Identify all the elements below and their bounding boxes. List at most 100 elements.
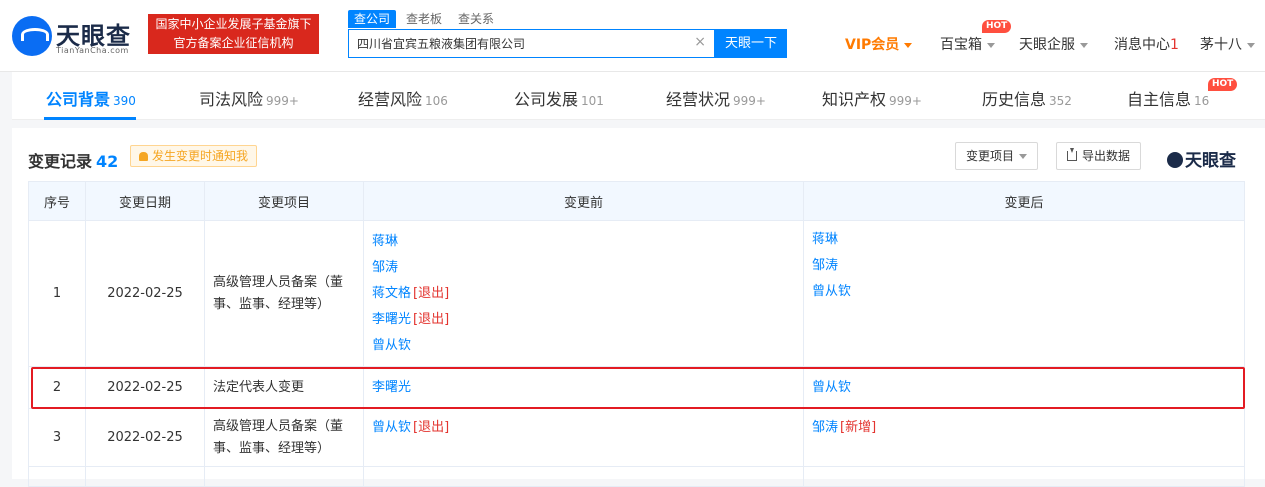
tab-count: 101	[581, 94, 604, 108]
gov-badge-line2: 官方备案企业征信机构	[173, 36, 294, 50]
row-after: 曾从钦	[803, 366, 1245, 409]
person-link[interactable]: 曾从钦	[372, 420, 411, 435]
header-date: 变更日期	[85, 181, 205, 221]
hot-badge: HOT	[1208, 78, 1238, 91]
row-item: 高级管理人员备案（董事、监事、经理等）	[204, 408, 364, 467]
tab-operation-risk[interactable]: 经营风险 106	[358, 86, 448, 110]
export-button[interactable]: 导出数据	[1056, 142, 1142, 170]
row-after: 蒋琳 邹涛 曾从钦	[803, 220, 1245, 367]
table-row: 2 2022-02-25 法定代表人变更 李曙光 曾从钦	[28, 366, 1245, 409]
exit-tag: [退出]	[413, 311, 450, 327]
exit-tag: [退出]	[413, 420, 450, 435]
row-cell	[803, 466, 1245, 487]
download-icon	[1067, 148, 1077, 161]
logo-domain: TianYanCha.com	[56, 46, 129, 55]
tab-count: 106	[425, 94, 448, 108]
person-link[interactable]: 蒋琳	[372, 234, 398, 249]
person-link[interactable]: 李曙光	[372, 380, 411, 395]
user-menu[interactable]: 茅十八	[1200, 34, 1255, 54]
tab-company-background[interactable]: 公司背景 390	[46, 86, 136, 110]
search-input[interactable]	[357, 36, 687, 50]
search-tab-company[interactable]: 查公司	[348, 10, 397, 28]
new-tag: [新增]	[840, 420, 877, 435]
tab-history[interactable]: 历史信息 352	[982, 86, 1072, 110]
vip-menu[interactable]: VIP会员	[845, 34, 913, 54]
gov-badge-line1: 国家中小企业发展子基金旗下	[155, 17, 312, 31]
tab-legal-risk[interactable]: 司法风险 999+	[199, 86, 299, 110]
search-tab-boss[interactable]: 查老板	[400, 10, 448, 28]
row-date: 2022-02-25	[85, 366, 205, 409]
message-center-link[interactable]: 消息中心1	[1114, 34, 1179, 54]
change-records-panel: 变更记录 42 发生变更时通知我 变更项目 导出数据 天眼查 序号 变更日期 变更…	[12, 128, 1265, 487]
chevron-down-icon	[987, 42, 995, 48]
tab-label: 经营风险	[358, 90, 423, 109]
tab-label: 公司发展	[514, 90, 579, 109]
tab-count: 999+	[889, 94, 922, 108]
enterprise-service-menu[interactable]: 天眼企服	[1019, 34, 1088, 54]
exit-tag: [退出]	[413, 285, 450, 301]
bell-icon	[139, 152, 148, 161]
watermark-text: 天眼查	[1185, 151, 1236, 171]
clear-icon[interactable]: ×	[694, 34, 706, 50]
row-after: 邹涛 [新增]	[803, 408, 1245, 467]
person-link[interactable]: 蒋琳	[812, 232, 838, 247]
person-link[interactable]: 邹涛	[812, 420, 838, 435]
row-no: 3	[28, 408, 86, 467]
vip-label: VIP会员	[845, 37, 900, 53]
treasure-menu[interactable]: 百宝箱	[940, 34, 995, 54]
search-button[interactable]: 天眼一下	[715, 29, 787, 58]
tab-business-status[interactable]: 经营状况 999+	[666, 86, 766, 110]
logo-eye-icon	[12, 16, 52, 56]
tab-label: 历史信息	[982, 90, 1047, 109]
row-cell	[28, 466, 86, 487]
tab-intellectual-property[interactable]: 知识产权 999+	[822, 86, 922, 110]
row-item: 法定代表人变更	[204, 366, 364, 409]
change-records-table: 序号 变更日期 变更项目 变更前 变更后 1 2022-02-25 高级管理人员…	[28, 181, 1245, 487]
brand-watermark: 天眼查	[1167, 146, 1236, 171]
treasure-label: 百宝箱	[940, 37, 982, 53]
logo[interactable]: 天眼查 TianYanCha.com	[12, 14, 140, 58]
person-link[interactable]: 邹涛	[812, 258, 838, 273]
row-before: 蒋琳 邹涛 蒋文格 [退出] 李曙光 [退出] 曾从钦	[363, 220, 804, 367]
header-after: 变更后	[803, 181, 1245, 221]
section-title-text: 变更记录	[28, 152, 93, 171]
enterprise-service-label: 天眼企服	[1019, 37, 1075, 53]
tab-count: 390	[113, 94, 136, 108]
person-link[interactable]: 蒋文格	[372, 286, 411, 301]
person-link[interactable]: 曾从钦	[372, 338, 411, 353]
person-link[interactable]: 李曙光	[372, 312, 411, 327]
header-no: 序号	[28, 181, 86, 221]
tab-label: 公司背景	[46, 90, 111, 109]
tab-count: 352	[1049, 94, 1072, 108]
row-cell	[204, 466, 364, 487]
active-tab-indicator	[44, 117, 136, 120]
tab-count: 999+	[266, 94, 299, 108]
table-row	[28, 466, 1245, 487]
category-tabs: 公司背景 390 司法风险 999+ 经营风险 106 公司发展 101 经营状况 999…	[12, 72, 1265, 120]
row-date: 2022-02-25	[85, 220, 205, 367]
gov-badge: 国家中小企业发展子基金旗下 官方备案企业征信机构	[148, 14, 319, 54]
user-name: 茅十八	[1200, 37, 1242, 53]
notify-button[interactable]: 发生变更时通知我	[130, 145, 258, 167]
tab-label: 司法风险	[199, 90, 264, 109]
person-link[interactable]: 曾从钦	[812, 284, 851, 299]
tab-label: 自主信息	[1127, 90, 1192, 109]
filter-label: 变更项目	[966, 149, 1015, 163]
header-before: 变更前	[363, 181, 804, 221]
search-tab-relation[interactable]: 查关系	[452, 10, 500, 28]
row-cell	[85, 466, 205, 487]
table-header-row: 序号 变更日期 变更项目 变更前 变更后	[28, 181, 1245, 221]
person-link[interactable]: 曾从钦	[812, 380, 851, 395]
hot-badge: HOT	[982, 20, 1012, 33]
search-box: ×	[348, 29, 715, 58]
tab-count: 999+	[733, 94, 766, 108]
row-cell	[363, 466, 804, 487]
person-link[interactable]: 邹涛	[372, 260, 398, 275]
row-date: 2022-02-25	[85, 408, 205, 467]
tab-company-development[interactable]: 公司发展 101	[514, 86, 604, 110]
table-row: 1 2022-02-25 高级管理人员备案（董事、监事、经理等） 蒋琳 邹涛 蒋…	[28, 220, 1245, 367]
change-item-filter[interactable]: 变更项目	[955, 142, 1039, 170]
tab-self-info[interactable]: 自主信息 16	[1127, 86, 1209, 110]
tab-label: 知识产权	[822, 90, 887, 109]
chevron-down-icon	[904, 42, 913, 48]
